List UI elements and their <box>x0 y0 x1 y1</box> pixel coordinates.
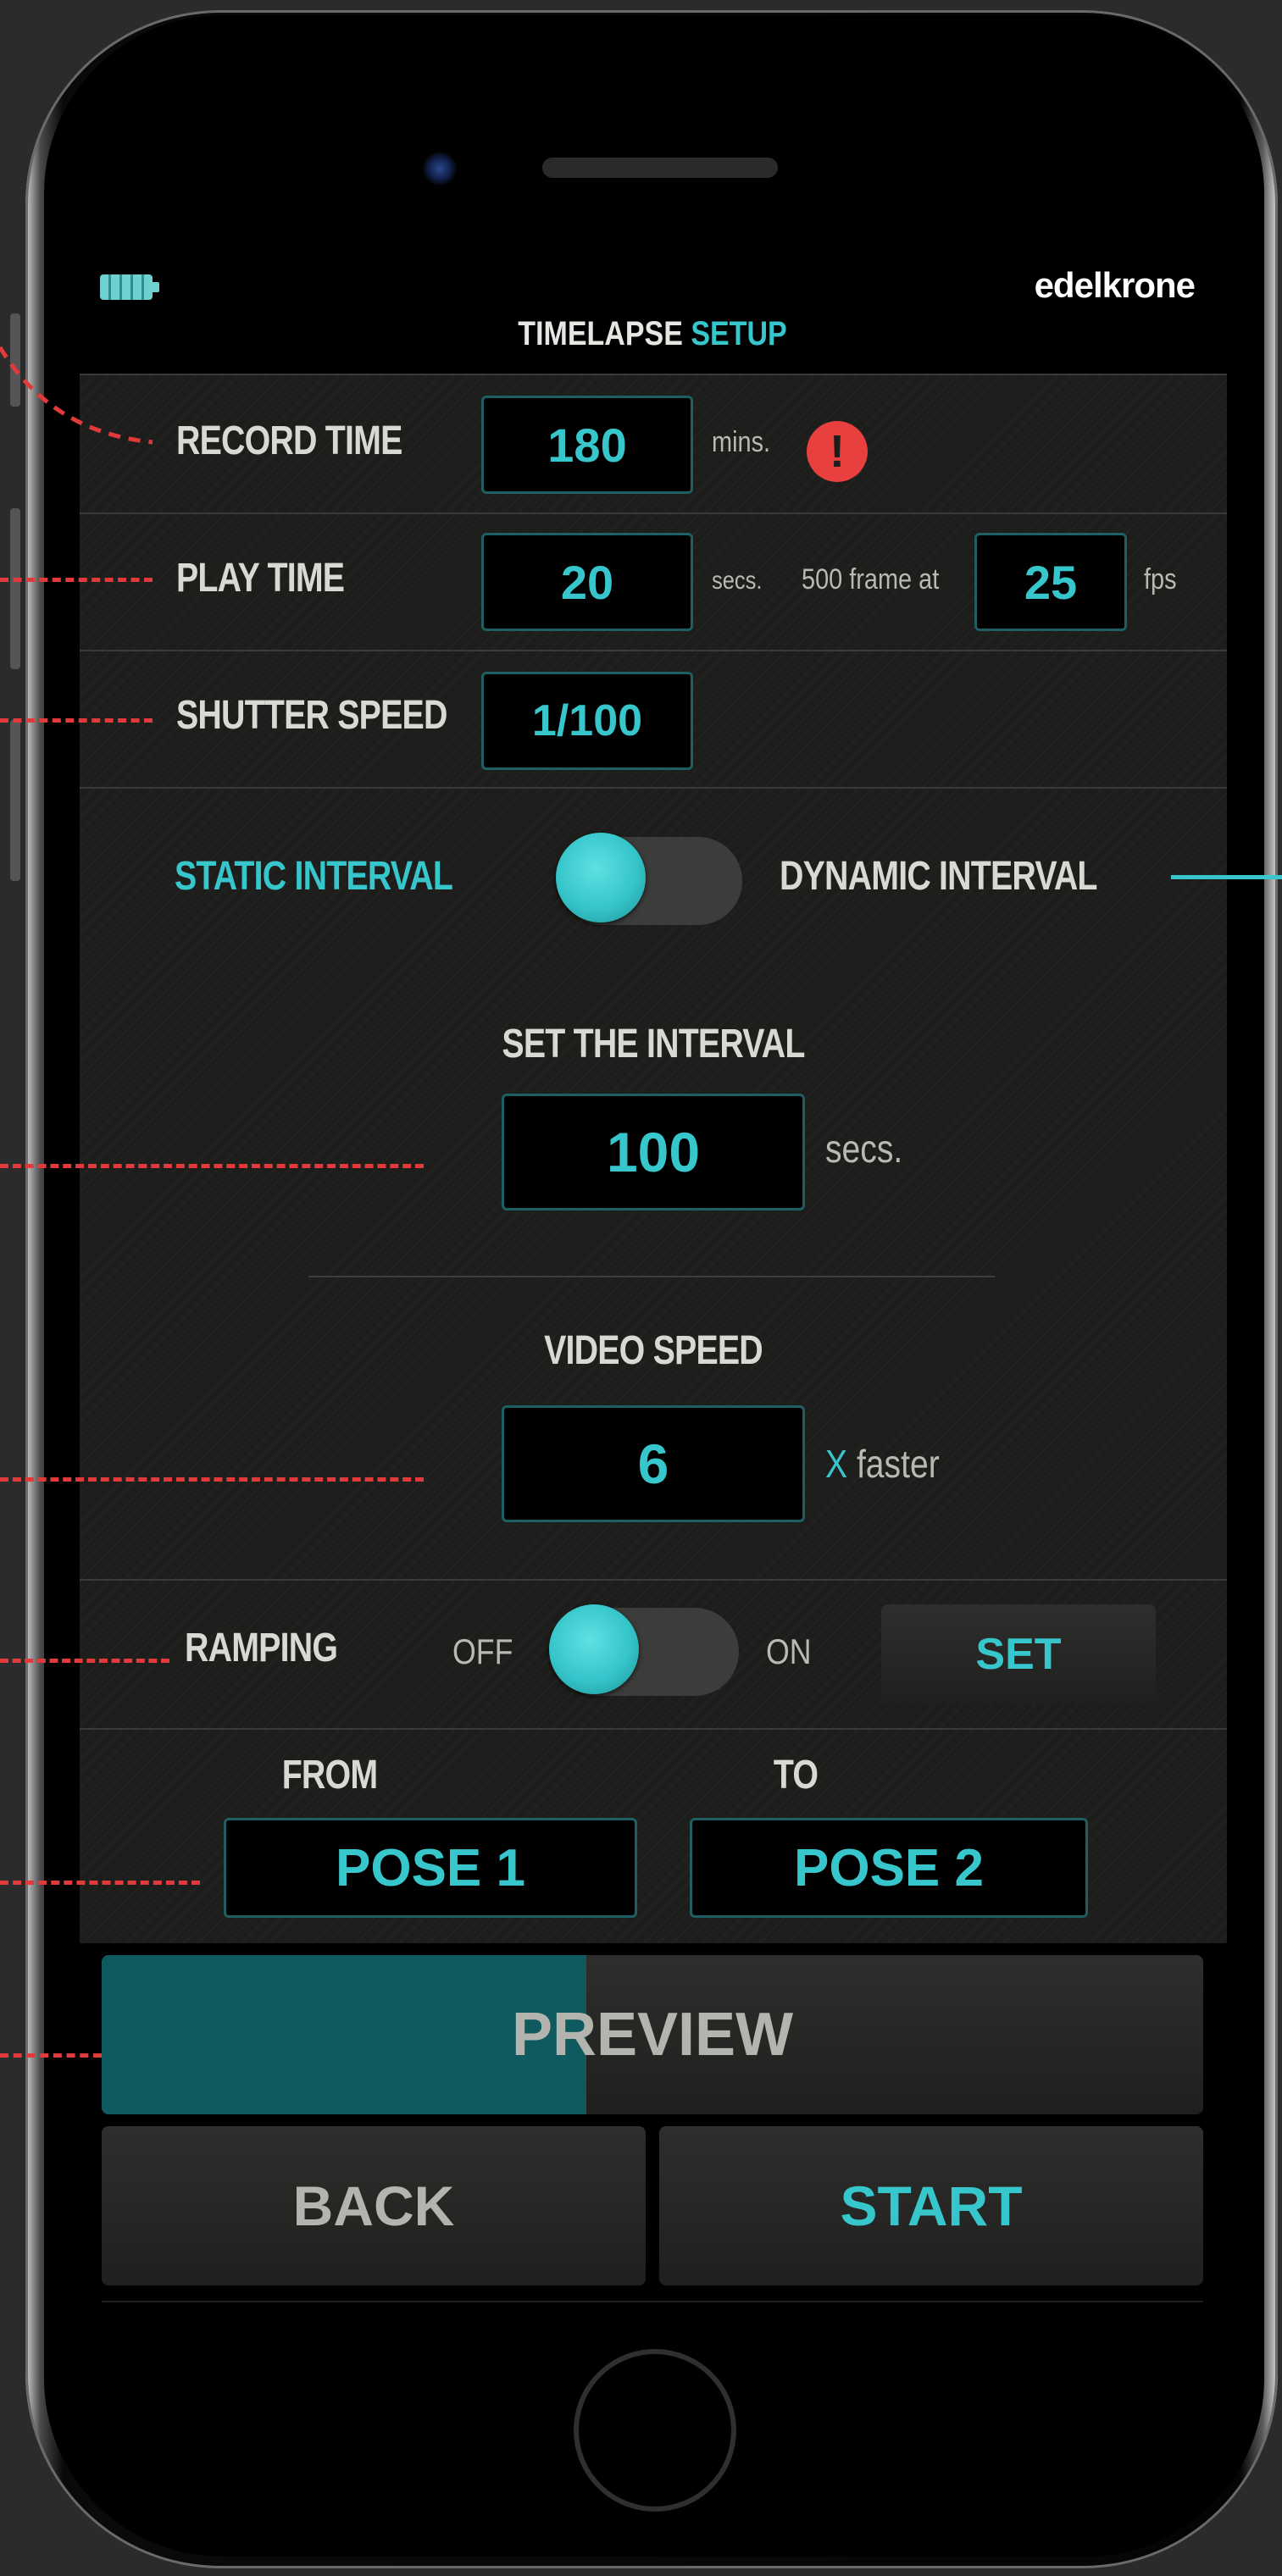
play-time-unit: secs. <box>712 567 763 595</box>
ramping-off-label[interactable]: OFF <box>452 1631 513 1672</box>
ramping-set-button[interactable]: SET <box>881 1604 1156 1704</box>
video-speed-unit: X faster <box>825 1441 940 1487</box>
preview-button[interactable]: PREVIEW <box>102 1955 1203 2114</box>
record-time-unit: mins. <box>712 426 771 458</box>
shutter-speed-label: SHUTTER SPEED <box>176 693 447 738</box>
to-pose-button[interactable]: POSE 2 <box>690 1818 1088 1918</box>
side-button-volume-down <box>10 720 20 881</box>
video-speed-faster: faster <box>856 1442 940 1486</box>
interval-toggle-knob[interactable] <box>556 833 646 922</box>
shutter-speed-leader <box>0 718 153 723</box>
record-time-row: RECORD TIME 180 mins. ! <box>80 374 1227 512</box>
set-interval-label: SET THE INTERVAL <box>502 1022 805 1066</box>
side-button-volume-up <box>10 508 20 669</box>
bottom-divider <box>102 2301 1203 2302</box>
to-label: TO <box>773 1753 819 1798</box>
interval-section: STATIC INTERVAL DYNAMIC INTERVAL SET THE… <box>80 787 1227 1580</box>
interval-unit: secs. <box>825 1127 903 1171</box>
fps-input[interactable]: 25 <box>974 533 1127 631</box>
ramping-row: RAMPING OFF ON SET <box>80 1579 1227 1728</box>
ramping-leader <box>0 1659 169 1663</box>
section-divider <box>308 1276 995 1277</box>
video-speed-leader <box>0 1477 424 1482</box>
app-screen: RECORD TIME 180 mins. ! PLAY TIME 20 sec… <box>80 0 1227 2576</box>
ramping-label: RAMPING <box>185 1626 338 1670</box>
play-time-leader <box>0 578 153 582</box>
preview-label: PREVIEW <box>511 2001 794 2069</box>
poses-row: FROM TO POSE 1 POSE 2 <box>80 1728 1227 1943</box>
warning-glyph: ! <box>830 426 845 477</box>
video-speed-label: VIDEO SPEED <box>544 1328 763 1373</box>
video-speed-input[interactable]: 6 <box>502 1405 805 1522</box>
static-interval-label[interactable]: STATIC INTERVAL <box>175 853 453 900</box>
record-time-label: RECORD TIME <box>176 418 402 463</box>
record-time-input[interactable]: 180 <box>481 396 693 494</box>
play-time-row: PLAY TIME 20 secs. 500 frame at 25 fps <box>80 512 1227 650</box>
shutter-speed-input[interactable]: 1/100 <box>481 672 693 770</box>
dynamic-interval-label[interactable]: DYNAMIC INTERVAL <box>780 853 1097 900</box>
ramping-on-label[interactable]: ON <box>766 1631 812 1672</box>
from-pose-button[interactable]: POSE 1 <box>224 1818 637 1918</box>
fps-unit: fps <box>1144 563 1177 596</box>
poses-leader <box>0 1881 200 1885</box>
shutter-speed-row: SHUTTER SPEED 1/100 <box>80 650 1227 787</box>
interval-input[interactable]: 100 <box>502 1094 805 1210</box>
ramping-toggle-knob[interactable] <box>549 1604 639 1694</box>
preview-leader <box>0 2053 102 2058</box>
video-speed-x: X <box>825 1442 848 1486</box>
warning-icon[interactable]: ! <box>807 421 868 482</box>
play-time-input[interactable]: 20 <box>481 533 693 631</box>
back-button[interactable]: BACK <box>102 2126 646 2285</box>
record-time-leader <box>0 346 153 445</box>
start-button[interactable]: START <box>659 2126 1203 2285</box>
interval-leader <box>0 1164 424 1168</box>
play-time-label: PLAY TIME <box>176 556 345 601</box>
frame-count-text: 500 frame at <box>802 563 940 596</box>
from-label: FROM <box>281 1753 378 1798</box>
dynamic-interval-leader <box>1171 875 1282 879</box>
